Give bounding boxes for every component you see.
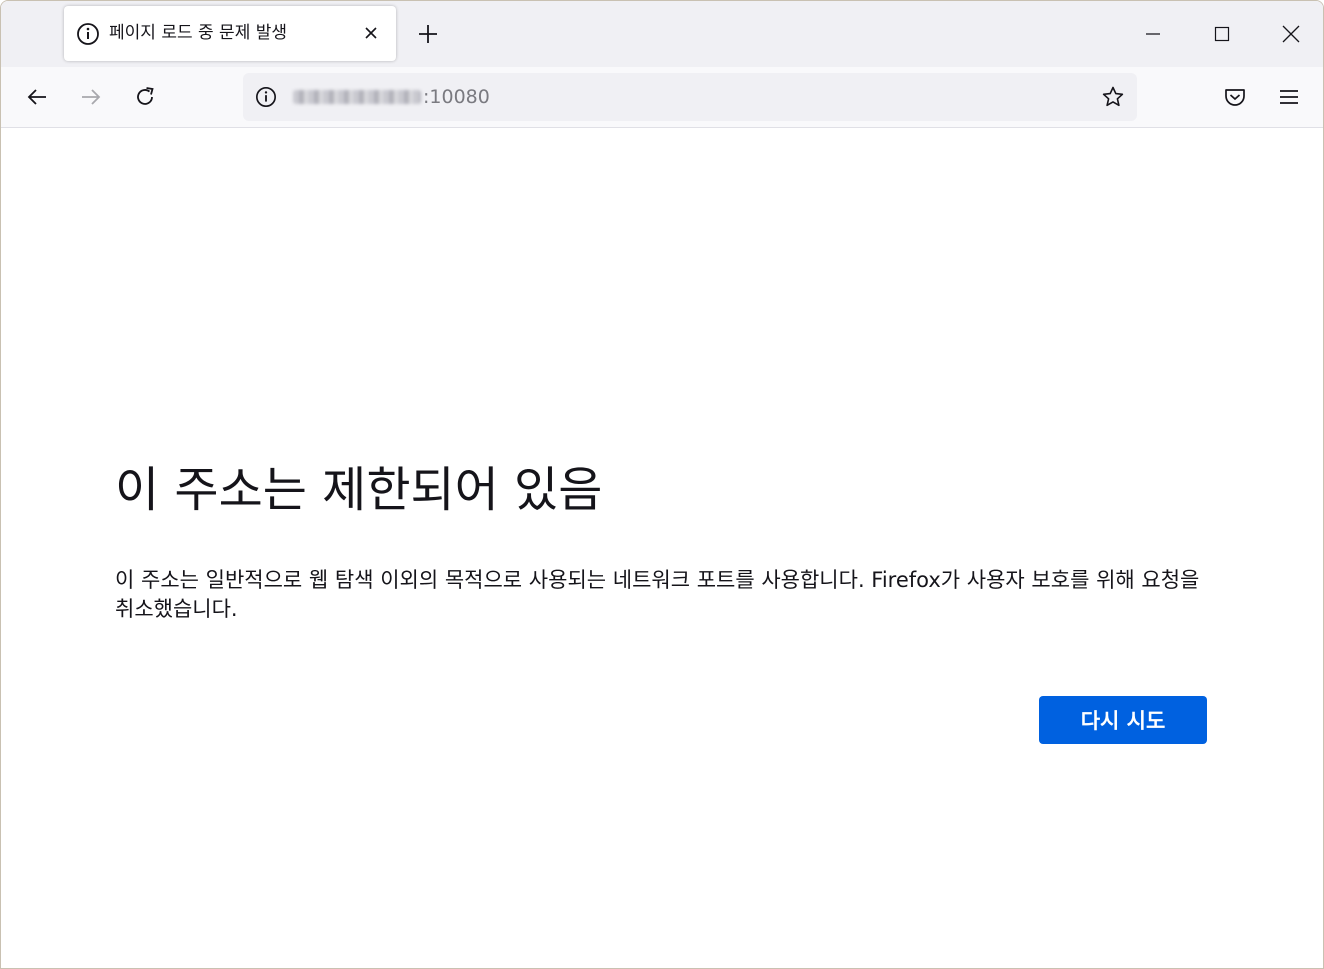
tab-active[interactable]: 페이지 로드 중 문제 발생 bbox=[64, 6, 396, 61]
url-text[interactable]: :10080 bbox=[293, 86, 490, 108]
error-title: 이 주소는 제한되어 있음 bbox=[115, 462, 603, 518]
info-icon bbox=[76, 22, 100, 46]
url-port: :10080 bbox=[423, 86, 490, 108]
bookmark-star-icon[interactable] bbox=[1100, 84, 1126, 110]
new-tab-button[interactable] bbox=[415, 21, 441, 47]
site-info-icon[interactable] bbox=[253, 84, 279, 110]
hamburger-menu-icon[interactable] bbox=[1275, 83, 1303, 111]
nav-bar: :10080 bbox=[1, 67, 1323, 128]
minimize-icon[interactable] bbox=[1138, 19, 1168, 49]
window-close-icon[interactable] bbox=[1276, 19, 1306, 49]
close-icon[interactable] bbox=[359, 21, 383, 45]
forward-arrow-icon[interactable] bbox=[77, 83, 105, 111]
url-bar[interactable]: :10080 bbox=[243, 73, 1137, 121]
reload-icon[interactable] bbox=[131, 83, 159, 111]
pocket-icon[interactable] bbox=[1221, 83, 1249, 111]
tab-title: 페이지 로드 중 문제 발생 bbox=[109, 23, 288, 43]
back-arrow-icon[interactable] bbox=[23, 83, 51, 111]
page-content: 이 주소는 제한되어 있음 이 주소는 일반적으로 웹 탐색 이외의 목적으로 … bbox=[1, 128, 1323, 968]
maximize-icon[interactable] bbox=[1207, 19, 1237, 49]
error-description: 이 주소는 일반적으로 웹 탐색 이외의 목적으로 사용되는 네트워크 포트를 … bbox=[115, 568, 1200, 621]
url-host-obscured bbox=[293, 90, 421, 104]
browser-window: 페이지 로드 중 문제 발생:10080 이 주소는 제한되어 있음 이 주소… bbox=[0, 0, 1324, 969]
retry-button[interactable]: 다시 시도 bbox=[1039, 696, 1207, 744]
tab-strip: 페이지 로드 중 문제 발생 bbox=[1, 1, 1323, 67]
